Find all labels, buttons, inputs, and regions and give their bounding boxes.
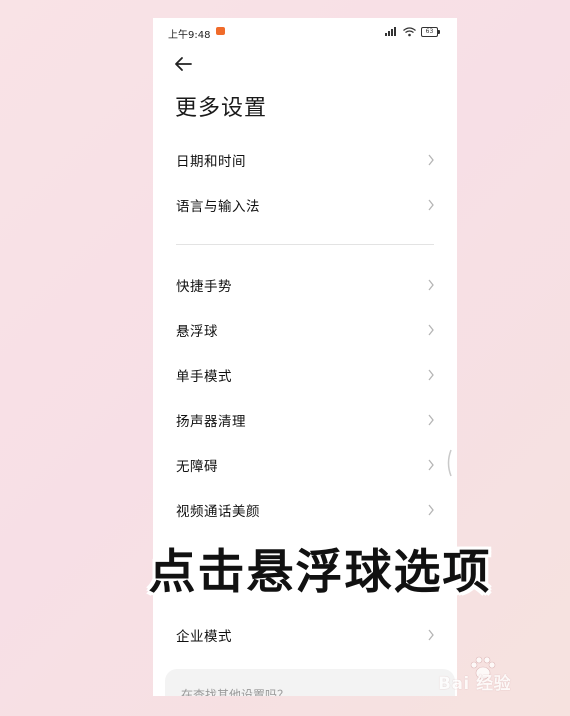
settings-item-label: 无障碍: [176, 458, 218, 475]
chevron-right-icon: [428, 369, 434, 380]
status-indicators: 63: [385, 26, 441, 38]
baidu-watermark-logo: Bai 经验: [438, 655, 548, 695]
settings-item-one-hand-mode[interactable]: 单手模式: [153, 352, 457, 397]
settings-item-floating-ball[interactable]: 悬浮球: [153, 307, 457, 352]
settings-item-label: 单手模式: [176, 368, 232, 385]
chevron-right-icon: [428, 459, 434, 470]
search-settings-card[interactable]: 在查找其他设置吗？: [165, 669, 455, 696]
status-time: 上午9:48: [168, 30, 211, 41]
chevron-right-icon: [428, 199, 434, 210]
chevron-right-icon: [428, 324, 434, 335]
edge-handle-icon[interactable]: [445, 448, 453, 478]
chevron-right-icon: [428, 154, 434, 165]
battery-icon: 63: [421, 27, 440, 37]
overlay-caption: 点击悬浮球选项: [148, 545, 492, 600]
settings-item-speaker-cleaning[interactable]: 扬声器清理: [153, 397, 457, 442]
chevron-right-icon: [428, 414, 434, 425]
settings-item-accessibility[interactable]: 无障碍: [153, 442, 457, 487]
page-title: 更多设置: [175, 96, 268, 121]
back-arrow-icon[interactable]: [171, 52, 195, 76]
watermark-text: Bai 经验: [438, 674, 512, 694]
settings-item-video-call-beauty[interactable]: 视频通话美颜: [153, 487, 457, 532]
signal-icon: [385, 27, 396, 36]
chevron-right-icon: [428, 504, 434, 515]
settings-item-label: 视频通话美颜: [176, 503, 260, 520]
settings-item-language-input[interactable]: 语言与输入法: [153, 182, 457, 227]
settings-item-label: 悬浮球: [176, 323, 218, 340]
section-divider: [176, 244, 434, 245]
settings-item-date-time[interactable]: 日期和时间: [153, 137, 457, 182]
settings-item-label: 快捷手势: [176, 278, 232, 295]
chevron-right-icon: [428, 279, 434, 290]
status-bar: 上午9:48 63: [153, 18, 457, 46]
settings-item-enterprise-mode[interactable]: 企业模式: [153, 612, 457, 657]
settings-item-label: 日期和时间: [176, 153, 246, 170]
wifi-icon: [403, 27, 416, 37]
settings-item-gestures[interactable]: 快捷手势: [153, 262, 457, 307]
settings-item-label: 企业模式: [176, 628, 232, 645]
settings-item-label: 语言与输入法: [176, 198, 260, 215]
notification-app-icon: [216, 27, 225, 35]
chevron-right-icon: [428, 629, 434, 640]
search-card-text: 在查找其他设置吗？: [181, 688, 290, 696]
settings-item-label: 扬声器清理: [176, 413, 246, 430]
